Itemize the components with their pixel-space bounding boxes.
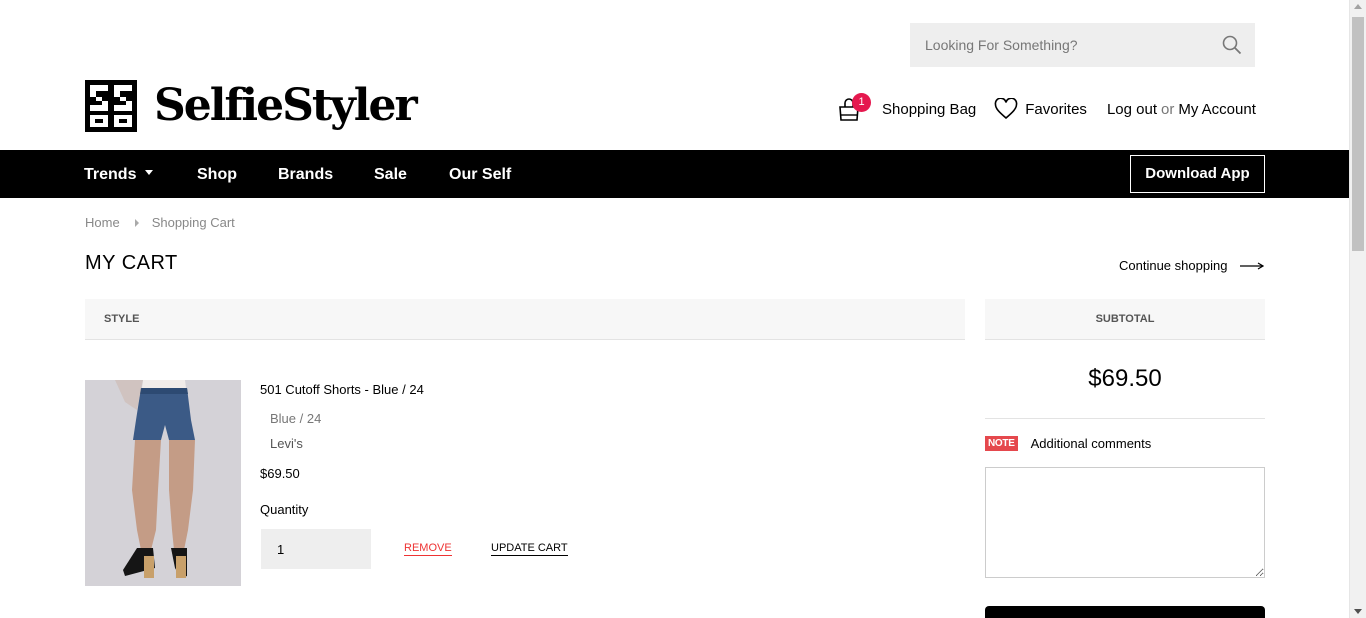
my-account-link[interactable]: My Account — [1178, 101, 1256, 118]
page-title: MY CART — [85, 252, 178, 274]
quantity-label: Quantity — [260, 502, 309, 517]
breadcrumb: Home Shopping Cart — [85, 215, 235, 230]
account-bar: 1 Shopping Bag Favorites Log out or My A… — [836, 93, 1256, 122]
style-column-header: STYLE — [85, 299, 965, 340]
scroll-up-icon[interactable] — [1354, 4, 1362, 9]
breadcrumb-current: Shopping Cart — [151, 215, 235, 230]
scrollbar-thumb[interactable] — [1352, 17, 1364, 251]
additional-comments-field[interactable] — [985, 467, 1265, 578]
nav-item-brands[interactable]: Brands — [278, 150, 333, 198]
chevron-down-icon — [145, 170, 154, 176]
nav-item-label: Trends — [84, 166, 137, 183]
shopping-bag-link[interactable]: 1 Shopping Bag — [836, 93, 976, 122]
product-price: $69.50 — [260, 466, 300, 481]
or-text: or — [1160, 100, 1175, 118]
nav-item-our-self[interactable]: Our Self — [449, 150, 511, 198]
product-photo — [85, 380, 241, 586]
scroll-down-icon[interactable] — [1354, 609, 1362, 614]
nav-item-sale[interactable]: Sale — [374, 150, 407, 198]
subtotal-column-header: SUBTOTAL — [985, 299, 1265, 340]
search-icon[interactable] — [1221, 34, 1243, 56]
remove-button[interactable]: REMOVE — [404, 542, 452, 556]
quantity-input[interactable] — [261, 529, 371, 569]
note-badge: NOTE — [985, 436, 1018, 451]
heart-icon — [994, 98, 1018, 120]
brand-name: SelfieStyler — [154, 80, 418, 131]
checkout-button[interactable] — [985, 606, 1265, 618]
product-brand: Levi's — [270, 436, 303, 451]
note-label: Additional comments — [1030, 436, 1152, 451]
continue-shopping-link[interactable]: Continue shopping — [1119, 258, 1265, 273]
breadcrumb-home[interactable]: Home — [85, 215, 120, 230]
search-input[interactable] — [910, 23, 1200, 67]
favorites-label[interactable]: Favorites — [1025, 101, 1087, 118]
brand-logo[interactable]: SelfieStyler — [85, 80, 418, 132]
main-nav: Trends Shop Brands Sale Our Self Downloa… — [0, 150, 1349, 198]
continue-shopping-label: Continue shopping — [1119, 258, 1228, 273]
update-cart-button[interactable]: UPDATE CART — [491, 542, 568, 556]
favorites-link[interactable]: Favorites — [994, 98, 1087, 120]
subtotal-value: $69.50 — [1088, 365, 1162, 392]
search-box — [910, 23, 1255, 67]
product-title[interactable]: 501 Cutoff Shorts - Blue / 24 — [260, 382, 424, 397]
logo-mark-icon — [85, 80, 137, 132]
nav-item-trends[interactable]: Trends — [84, 150, 154, 198]
download-app-button[interactable]: Download App — [1130, 155, 1265, 193]
product-variant: Blue / 24 — [270, 411, 322, 426]
divider — [985, 418, 1265, 419]
bag-count-badge: 1 — [852, 93, 871, 112]
note-row: NOTE Additional comments — [985, 436, 1151, 451]
shopping-bag-label[interactable]: Shopping Bag — [882, 101, 976, 118]
product-image[interactable] — [85, 380, 241, 586]
page-scrollbar[interactable] — [1349, 0, 1366, 618]
chevron-right-icon — [134, 218, 139, 227]
nav-item-shop[interactable]: Shop — [197, 150, 237, 198]
arrow-right-icon — [1240, 261, 1265, 270]
logout-link[interactable]: Log out — [1107, 101, 1157, 118]
